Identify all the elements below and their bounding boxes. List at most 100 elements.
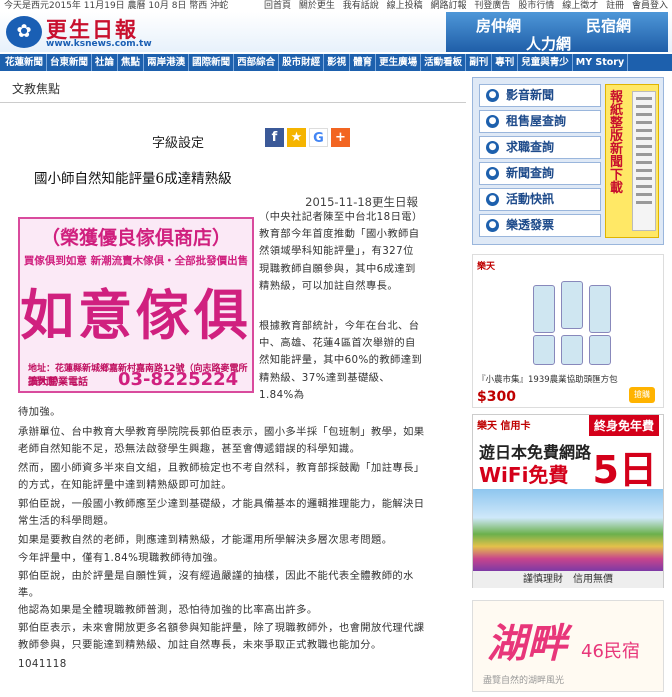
furniture-ad-phone-label: 擴大營業電話 [28,377,88,388]
main-nav: 花蓮新聞 台東新聞 社論 焦點 兩岸港澳 國際新聞 西部綜合 股市財經 影視 體… [0,54,672,71]
service-lottery[interactable]: ● 樂透發票 [479,214,601,237]
site-header: ✿ 更生日報 www.ksnews.com.tw 房仲網 民宿網 人力網 [0,12,672,54]
favorite-star-icon[interactable]: ★ [287,128,306,147]
shop-ad-description: 『小農市集』1939農業協助頭匯方包 [477,375,618,385]
bullet-icon: ● [486,193,499,206]
article-paragraph: 郭伯臣說，一般國小教師應至少達到基礎級，才能具備基本的邏輯推理能力，能解決日常生… [18,498,425,528]
section-divider [0,102,466,103]
service-events[interactable]: ● 活動快訊 [479,188,601,211]
product-image [533,335,555,365]
top-link-register[interactable]: 註冊 [606,1,624,11]
ad-jobs-link[interactable]: 人力網 [526,33,571,54]
ad-house-link[interactable]: 房仲網 [476,15,521,36]
bullet-icon: ● [486,219,499,232]
article-paragraph: 如果是要教自然的老師，則應達到精熟級，才能運用所學解決多層次思考問題。 [18,534,393,546]
top-link-stocks[interactable]: 股市行情 [518,1,554,11]
site-logo[interactable]: ✿ 更生日報 www.ksnews.com.tw [6,14,152,50]
article-paragraph: 然而，國小師資多半來自文組，且教師檢定也不考自然科，教育部採鼓勵「加註專長」的方… [18,462,425,492]
nav-finance[interactable]: 股市財經 [279,54,325,71]
furniture-ad-award: （榮獲優良傢俱商店） [40,227,231,249]
article-date-source: 2015-11-18更生日報 [305,195,418,209]
section-title: 文教焦點 [12,82,61,96]
nav-events[interactable]: 活動看板 [421,54,467,71]
facebook-share-icon[interactable]: f [265,128,284,147]
top-link-jobs[interactable]: 線上徵才 [562,1,598,11]
bullet-icon: ● [486,89,499,102]
top-links: 回首頁 關於更生 我有話說 線上投稿 網路訂報 刊登廣告 股市行情 線上徵才 註… [259,0,668,12]
article-paragraph: 郭伯臣表示，未來會開放更多名額參與知能評量，除了現職教師外，也會開放代理代課教師… [18,622,425,652]
furniture-ad-slogan: 買傢俱到如意 新潮流賣木傢俱・全部批發價出售 [23,255,249,267]
furniture-ad-name: 如意傢俱 [20,283,252,347]
article-paragraph: 待加強。 [18,406,61,418]
more-share-icon[interactable]: + [331,128,350,147]
article-id: 1041118 [18,658,67,670]
article-paragraph: 根據教育部統計，今年在台北、台中、高雄、花蓮4區首次舉辦的自然知能評量，其中60… [259,320,423,401]
newspaper-thumbnail [632,91,656,231]
article-paragraph: 他認為如果是全體現職教師普測，恐怕待加強的比率高出許多。 [18,604,318,616]
nav-west[interactable]: 西部綜合 [234,54,280,71]
bullet-icon: ● [486,167,499,180]
top-link-about[interactable]: 關於更生 [299,1,335,11]
newspaper-download-promo[interactable]: 報紙整版新聞下載 [605,84,659,238]
nav-youth[interactable]: 兒童與青少 [518,54,573,71]
credit-card-ad[interactable]: 樂天 信用卡 終身免年費 遊日本免費網路 WiFi免費 5日 謹慎理財 信用無價 [472,414,664,588]
font-size-setting[interactable]: 字級設定 [152,132,204,151]
top-link-feedback[interactable]: 我有話說 [343,1,379,11]
nav-entertainment[interactable]: 影視 [324,54,351,71]
bullet-icon: ● [486,115,499,128]
card-footer: 謹慎理財 信用無價 [473,571,663,588]
logo-url: www.ksnews.com.tw [46,39,152,49]
nav-focus[interactable]: 焦點 [118,54,145,71]
service-rental-search[interactable]: ● 租售屋查詢 [479,110,601,133]
product-image [589,285,611,333]
nav-cross-strait[interactable]: 兩岸港澳 [144,54,190,71]
nav-plaza[interactable]: 更生廣場 [376,54,422,71]
product-image [561,281,583,329]
nav-hualien[interactable]: 花蓮新聞 [2,54,48,71]
product-image [589,335,611,365]
date-text: 今天是西元2015年 11月19日 農曆 10月 8日 幣西 沖蛇 [4,1,229,11]
article-paragraph: （中央社記者陳至中台北18日電）教育部今年首度推動「國小教師自然領域學科知能評量… [259,211,423,292]
nav-supplement[interactable]: 副刊 [466,54,493,71]
bnb-name: 湖畔 [487,620,567,667]
service-job-search[interactable]: ● 求職查詢 [479,136,601,159]
article-title: 國小師自然知能評量6成達精熟級 [34,171,232,187]
furniture-ad-phone: 03-8225224 [118,369,239,390]
top-link-login[interactable]: 會員登入 [632,1,668,11]
shop-ad-brand: 樂天 [477,262,496,272]
google-share-icon[interactable]: G [309,128,328,147]
top-link-subscribe[interactable]: 網路訂報 [431,1,467,11]
bnb-ad[interactable]: 湖畔 46民宿 盡覽自然的湖畔風光 [472,600,664,692]
nav-international[interactable]: 國際新聞 [189,54,235,71]
bullet-icon: ● [486,141,499,154]
product-image [561,335,583,365]
top-link-submit[interactable]: 線上投稿 [387,1,423,11]
shop-ad[interactable]: 樂天 『小農市集』1939農業協助頭匯方包 $300 搶購 [472,254,664,408]
article-paragraph: 今年評量中，僅有1.84%現職教師待加強。 [18,552,224,564]
shop-ad-price: $300 [477,389,516,405]
flower-field-image [473,489,663,571]
card-brand: 樂天 信用卡 [477,421,531,432]
service-menu: ● 影音新聞 ● 租售屋查詢 ● 求職查詢 ● 新聞查詢 ● 活動快訊 ● 樂透發票 報紙整… [472,77,664,245]
nav-taitung[interactable]: 台東新聞 [47,54,93,71]
nav-special[interactable]: 專刊 [492,54,519,71]
promo-text: 報紙整版新聞下載 [610,90,624,196]
top-strip: 今天是西元2015年 11月19日 農曆 10月 8日 幣西 沖蛇 回首頁 關於… [0,0,672,12]
top-link-home[interactable]: 回首頁 [264,1,291,11]
nav-mystory[interactable]: MY Story [573,54,629,71]
service-video-news[interactable]: ● 影音新聞 [479,84,601,107]
article-paragraph: 承辦單位、台中教育大學教育學院院長郭伯臣表示，國小多半採「包班制」教學，如果老師… [18,426,425,456]
nav-sports[interactable]: 體育 [350,54,377,71]
article-paragraph: 郭伯臣說，由於評量是自願性質，沒有經過嚴謹的抽樣，因此不能代表全體教師的水準。 [18,570,414,600]
top-link-ads[interactable]: 刊登廣告 [474,1,510,11]
service-news-search[interactable]: ● 新聞查詢 [479,162,601,185]
product-image [533,285,555,333]
header-ad-banner[interactable]: 房仲網 民宿網 人力網 [446,12,668,54]
bnb-subtitle: 46民宿 [581,641,640,662]
shop-ad-buy-button[interactable]: 搶購 [629,387,655,403]
card-days: 5日 [592,448,657,492]
nav-editorial[interactable]: 社論 [92,54,119,71]
ad-bnb-link[interactable]: 民宿網 [586,15,631,36]
card-badge: 終身免年費 [588,415,659,436]
furniture-ad[interactable]: （榮獲優良傢俱商店） 買傢俱到如意 新潮流賣木傢俱・全部批發價出售 如意傢俱 地… [18,217,254,393]
